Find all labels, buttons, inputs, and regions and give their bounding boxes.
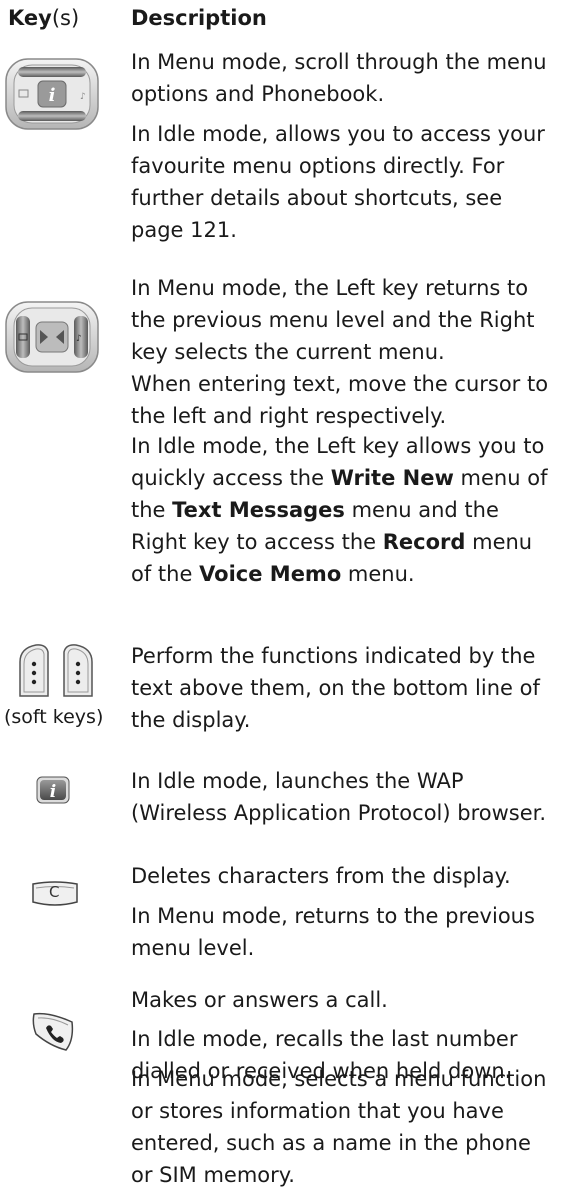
send-call-key-icon: [32, 1012, 74, 1051]
svg-text:♪: ♪: [80, 92, 86, 102]
column-header-keys: Key(s): [8, 6, 80, 30]
nav-key-updown-icon: i ♪: [5, 58, 99, 130]
clear-c-key-label: C: [49, 883, 60, 901]
nav-updown-description-2: In Idle mode, allows you to access your …: [131, 122, 545, 242]
send-key-description-1: Makes or answers a call.: [131, 988, 388, 1012]
soft-keys-icon: [19, 644, 93, 697]
svg-text:♪: ♪: [76, 334, 82, 344]
send-key-description-3: In Menu mode, selects a menu function or…: [131, 1067, 547, 1187]
nav-leftright-description-2: In Idle mode, the Left key allows you to…: [131, 434, 548, 586]
voice-memo-menu-name: Voice Memo: [199, 562, 342, 586]
wap-browser-key-icon: i: [36, 776, 70, 804]
svg-text:i: i: [50, 782, 56, 802]
text-messages-menu-name: Text Messages: [172, 498, 345, 522]
c-key-description-2: In Menu mode, returns to the previous me…: [131, 904, 535, 960]
wap-key-description: In Idle mode, launches the WAP (Wireless…: [131, 769, 547, 825]
column-header-description: Description: [131, 6, 267, 30]
nav-updown-description-1: In Menu mode, scroll through the menu op…: [131, 50, 547, 106]
nav-key-leftright-icon: ♪: [5, 301, 99, 373]
svg-text:i: i: [49, 85, 56, 106]
soft-keys-description: Perform the functions indicated by the t…: [131, 644, 540, 732]
c-key-description-1: Deletes characters from the display.: [131, 864, 511, 888]
record-menu-name: Record: [382, 530, 466, 554]
write-new-menu-name: Write New: [330, 466, 454, 490]
key-description-page: Key(s) Description i ♪ In Menu mode, scr…: [0, 0, 587, 1187]
soft-keys-caption: (soft keys): [4, 706, 104, 728]
nav-leftright-description-1: In Menu mode, the Left key returns to th…: [131, 276, 549, 428]
